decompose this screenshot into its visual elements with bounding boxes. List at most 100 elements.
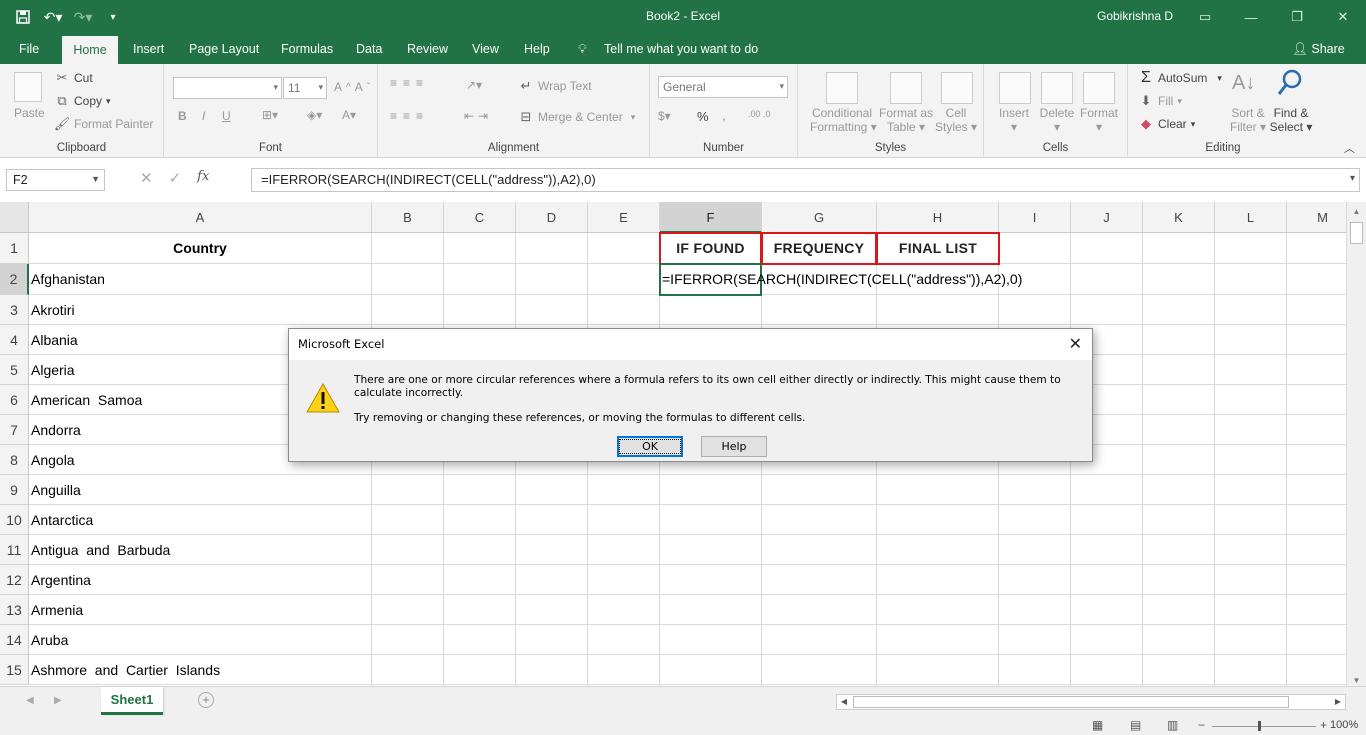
row-header-13[interactable]: 13 xyxy=(0,595,29,625)
next-sheet-icon[interactable]: ▶ xyxy=(54,695,62,706)
row-header-7[interactable]: 7 xyxy=(0,415,29,445)
name-box[interactable]: F2 ▼ xyxy=(6,169,105,191)
formula-input[interactable]: =IFERROR(SEARCH(INDIRECT(CELL("address")… xyxy=(251,168,1360,192)
column-header-l[interactable]: L xyxy=(1215,202,1287,233)
dialog-close-icon[interactable]: ✕ xyxy=(1069,334,1082,353)
grow-font-icon[interactable]: A ^ Aˇ xyxy=(334,80,370,94)
column-header-g[interactable]: G xyxy=(762,202,877,233)
tab-help[interactable]: Help xyxy=(514,34,560,64)
cut-button[interactable]: ✂ Cut xyxy=(54,70,93,86)
column-header-k[interactable]: K xyxy=(1143,202,1215,233)
cell-a11[interactable]: Antigua and Barbuda xyxy=(29,535,170,565)
format-as-table-icon[interactable] xyxy=(890,72,922,104)
number-format-combo[interactable]: General ▾ xyxy=(658,76,788,98)
column-header-d[interactable]: D xyxy=(516,202,588,233)
borders-icon[interactable]: ⊞▾ xyxy=(262,108,278,122)
column-header-b[interactable]: B xyxy=(372,202,444,233)
cell-h1[interactable]: FINAL LIST xyxy=(876,232,1000,265)
cell-a15[interactable]: Ashmore and Cartier Islands xyxy=(29,655,220,685)
format-cells-button[interactable]: Format ▾ xyxy=(1078,106,1120,134)
enter-icon[interactable]: ✓ xyxy=(169,169,182,191)
conditional-formatting-button[interactable]: Conditional Formatting ▾ xyxy=(810,106,877,134)
cell-a7[interactable]: Andorra xyxy=(29,415,81,445)
cell-a14[interactable]: Aruba xyxy=(29,625,68,655)
orientation-icon[interactable]: ↗▾ xyxy=(466,78,482,92)
cell-a9[interactable]: Anguilla xyxy=(29,475,81,505)
cell-a2[interactable]: Afghanistan xyxy=(29,264,105,294)
font-size-combo[interactable]: 11 ▾ xyxy=(283,77,327,99)
column-header-f[interactable]: F xyxy=(660,202,762,233)
tab-formulas[interactable]: Formulas xyxy=(271,34,343,64)
horizontal-align-icons[interactable]: ≡≡≡ xyxy=(390,109,429,123)
user-name[interactable]: Gobikrishna D xyxy=(1097,9,1173,23)
tab-insert[interactable]: Insert xyxy=(123,34,174,64)
cell-a4[interactable]: Albania xyxy=(29,325,78,355)
paste-button[interactable]: Paste xyxy=(14,106,45,120)
tab-home[interactable]: Home xyxy=(62,36,118,64)
fill-color-icon[interactable]: ◈▾ xyxy=(307,108,322,122)
row-header-15[interactable]: 15 xyxy=(0,655,29,685)
format-cells-icon[interactable] xyxy=(1083,72,1115,104)
vertical-align-icons[interactable]: ≡≡≡ xyxy=(390,76,429,90)
horizontal-scrollbar[interactable]: ◀ ▶ xyxy=(836,694,1346,710)
close-icon[interactable]: ✕ xyxy=(1320,0,1366,34)
column-header-e[interactable]: E xyxy=(588,202,660,233)
indent-icons[interactable]: ⇤⇥ xyxy=(464,109,492,123)
zoom-in-icon[interactable]: + xyxy=(1320,718,1327,732)
currency-icon[interactable]: $▾ xyxy=(658,109,671,123)
copy-button[interactable]: ⧉ Copy ▾ xyxy=(54,93,110,109)
column-header-c[interactable]: C xyxy=(444,202,516,233)
cell-a3[interactable]: Akrotiri xyxy=(29,295,75,325)
font-color-icon[interactable]: A▾ xyxy=(342,108,356,122)
decimal-icons[interactable]: .00 .0 xyxy=(748,109,771,119)
wrap-text-button[interactable]: ↵ Wrap Text xyxy=(518,78,592,94)
cell-styles-icon[interactable] xyxy=(941,72,973,104)
cell-a6[interactable]: American Samoa xyxy=(29,385,142,415)
clear-button[interactable]: ◆ Clear ▾ xyxy=(1138,116,1195,132)
comma-button[interactable]: , xyxy=(722,107,726,123)
row-header-9[interactable]: 9 xyxy=(0,475,29,505)
cell-a1[interactable]: Country xyxy=(29,233,371,263)
sort-filter-button[interactable]: Sort & Filter ▾ xyxy=(1228,106,1268,134)
bold-button[interactable]: B xyxy=(178,109,187,123)
paste-icon[interactable] xyxy=(14,72,42,102)
sort-filter-icon[interactable]: A↓ xyxy=(1232,72,1255,95)
row-header-14[interactable]: 14 xyxy=(0,625,29,655)
cell-a12[interactable]: Argentina xyxy=(29,565,91,595)
cell-a10[interactable]: Antarctica xyxy=(29,505,93,535)
page-layout-view-icon[interactable]: ▤ xyxy=(1130,718,1141,732)
row-header-3[interactable]: 3 xyxy=(0,295,29,325)
row-header-8[interactable]: 8 xyxy=(0,445,29,475)
cell-f1[interactable]: IF FOUND xyxy=(659,232,762,265)
tab-view[interactable]: View xyxy=(462,34,509,64)
zoom-out-icon[interactable]: − xyxy=(1198,718,1205,732)
zoom-slider-track[interactable] xyxy=(1212,726,1316,727)
row-header-1[interactable]: 1 xyxy=(0,233,29,264)
collapse-ribbon-icon[interactable]: ︿ xyxy=(1344,140,1355,156)
column-header-m[interactable]: M xyxy=(1287,202,1346,233)
delete-cells-icon[interactable] xyxy=(1041,72,1073,104)
column-header-j[interactable]: J xyxy=(1071,202,1143,233)
minimize-icon[interactable]: — xyxy=(1228,0,1274,34)
merge-center-button[interactable]: ⊟ Merge & Center ▾ xyxy=(518,109,636,125)
tab-file[interactable]: File xyxy=(9,34,49,64)
cell-a5[interactable]: Algeria xyxy=(29,355,75,385)
restore-icon[interactable]: ❐ xyxy=(1274,0,1320,34)
cell-styles-button[interactable]: Cell Styles ▾ xyxy=(935,106,977,134)
share-button[interactable]: 👤︎ Share xyxy=(1292,34,1345,64)
tell-me-box[interactable]: 💡︎ Tell me what you want to do xyxy=(578,34,758,64)
prev-sheet-icon[interactable]: ◀ xyxy=(26,695,34,706)
row-header-4[interactable]: 4 xyxy=(0,325,29,355)
scroll-thumb[interactable] xyxy=(1350,222,1363,244)
magnifier-icon[interactable] xyxy=(1277,68,1305,98)
column-header-i[interactable]: I xyxy=(999,202,1071,233)
find-select-button[interactable]: Find & Select ▾ xyxy=(1268,106,1314,134)
add-sheet-icon[interactable]: + xyxy=(198,692,214,708)
scroll-up-icon[interactable]: ▲ xyxy=(1349,205,1364,219)
scroll-left-icon[interactable]: ◀ xyxy=(837,695,851,709)
help-button[interactable]: Help xyxy=(701,436,767,457)
row-header-5[interactable]: 5 xyxy=(0,355,29,385)
vertical-scrollbar[interactable]: ▲ ▼ xyxy=(1346,202,1366,690)
format-as-table-button[interactable]: Format as Table ▾ xyxy=(876,106,936,134)
row-header-10[interactable]: 10 xyxy=(0,505,29,535)
